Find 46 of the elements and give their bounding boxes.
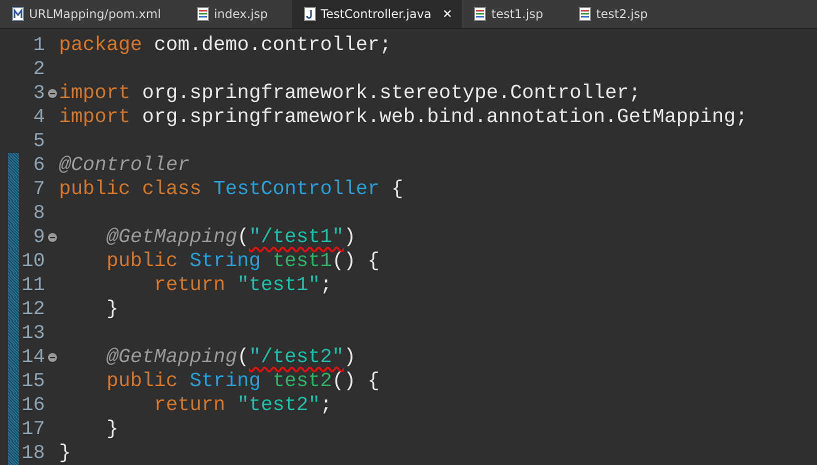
close-icon[interactable]: ✕ (442, 7, 452, 21)
fold-icon[interactable] (48, 232, 56, 242)
editor-tab[interactable]: test1.jsp (462, 0, 554, 28)
editor-tab[interactable]: index.jsp (184, 0, 278, 28)
line-number: 6 (32, 154, 45, 176)
code-line: return "test1"; (152, 274, 332, 296)
line-number: 7 (32, 178, 45, 200)
line-number: 14 (20, 346, 45, 368)
maven-file-icon (12, 7, 24, 21)
line-number: 4 (32, 106, 45, 128)
line-number: 11 (20, 274, 45, 296)
line-number: 9 (32, 226, 45, 248)
line-number: 3 (32, 82, 45, 104)
line-number: 8 (32, 202, 45, 224)
file-icon (579, 7, 592, 21)
line-number: 1 (32, 34, 45, 56)
code-line: public String test2() { (105, 370, 380, 392)
file-icon (196, 7, 209, 21)
code-line: public class TestController { (59, 178, 404, 200)
code-line: } (105, 418, 118, 440)
line-number: 15 (20, 370, 45, 392)
editor-tab[interactable]: TestController.java ✕ (292, 0, 462, 28)
line-number: 2 (32, 58, 45, 80)
code-line: } (59, 442, 71, 464)
java-file-icon (304, 7, 316, 21)
line-number: 18 (20, 442, 45, 464)
code-line: package com.demo.controller; (59, 34, 392, 56)
line-number: 10 (20, 250, 45, 272)
line-number: 5 (32, 130, 45, 152)
code-line: return "test2"; (152, 394, 332, 416)
line-number: 13 (20, 322, 45, 344)
file-icon (474, 7, 486, 21)
code-line: import org.springframework.stereotype.Controller; (59, 82, 641, 104)
editor-tab[interactable]: test2.jsp (567, 0, 658, 28)
code-line: @GetMapping("/test2") (105, 346, 356, 368)
fold-icon[interactable] (48, 352, 56, 362)
code-line: import org.springframework.web.bind.annotation.GetMapping; (59, 106, 748, 128)
code-line: @GetMapping("/test1") (105, 226, 356, 248)
code-line: public String test1() { (105, 250, 380, 272)
fold-icon[interactable] (48, 88, 56, 98)
line-number: 12 (20, 298, 45, 320)
code-line: } (105, 298, 118, 320)
line-number: 17 (20, 418, 45, 440)
editor-tab[interactable]: URLMapping/pom.xml (0, 0, 171, 28)
line-number: 16 (20, 394, 45, 416)
code-line: @Controller (59, 154, 190, 176)
